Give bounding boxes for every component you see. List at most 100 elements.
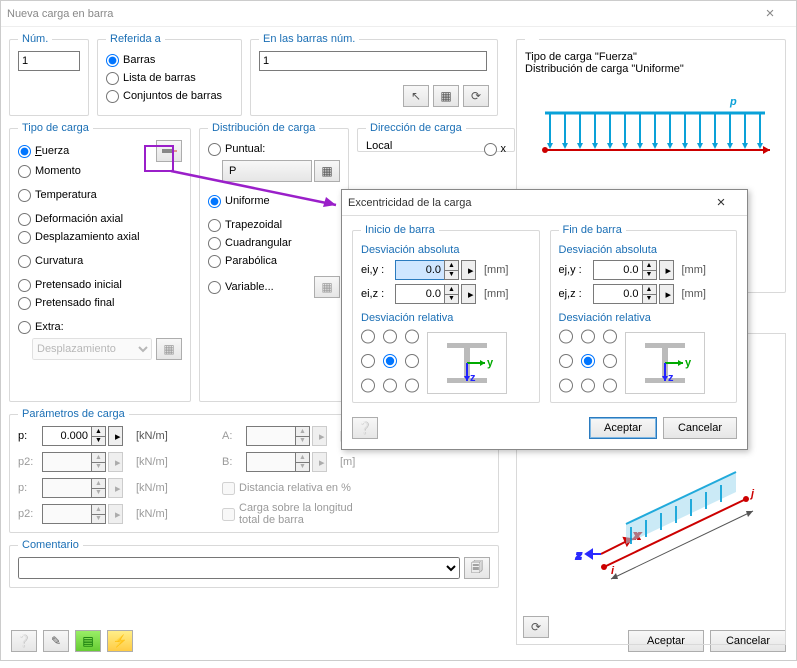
close-icon[interactable]: × <box>750 5 790 22</box>
fin-legend: Fin de barra <box>559 224 626 236</box>
full-check: Carga sobre la longitud total de barra <box>222 505 366 523</box>
ref-barras[interactable]: Barras <box>106 51 233 69</box>
window-title: Nueva carga en barra <box>7 8 113 20</box>
svg-text:y: y <box>487 357 494 369</box>
comment-combo[interactable] <box>18 557 460 579</box>
tipo-extra[interactable]: Extra: <box>18 318 182 336</box>
param-pp-label: p: <box>18 482 42 494</box>
footer-yellow-icon[interactable]: ⚡ <box>107 630 133 652</box>
dist-puntual[interactable]: Puntual: <box>208 140 265 158</box>
fin-rel-grid[interactable] <box>559 328 617 394</box>
referida-legend: Referida a <box>106 33 165 45</box>
inicio-abs-label: Desviación absoluta <box>361 244 531 256</box>
content-area: Núm. Referida a Barras Lista de barras C… <box>1 27 796 624</box>
inicio-section-thumb: y z <box>427 332 507 394</box>
param-pp-unit: [kN/m] <box>136 482 182 494</box>
ejz-spinner[interactable]: ▲▼▸ <box>593 284 674 304</box>
fin-section-thumb: y z <box>625 332 705 394</box>
ejz-unit: [mm] <box>682 288 706 300</box>
fin-group: Fin de barra Desviación absoluta ej,y : … <box>550 224 738 403</box>
enbarras-legend: En las barras núm. <box>259 33 359 45</box>
param-p-spinner[interactable]: ▲▼▸ <box>42 426 132 446</box>
rel-check: Distancia relativa en % <box>222 479 366 497</box>
num-group: Núm. <box>9 33 89 116</box>
clear-icon[interactable]: ▦ <box>433 85 459 107</box>
comment-group: Comentario 🗐 <box>9 539 499 588</box>
main-titlebar: Nueva carga en barra × <box>1 1 796 27</box>
param-B-unit: [m] <box>340 456 366 468</box>
ejy-label: ej,y : <box>559 264 589 276</box>
enbarras-input[interactable] <box>259 51 487 71</box>
modal-accept-button[interactable]: Aceptar <box>589 417 657 439</box>
inicio-legend: Inicio de barra <box>361 224 439 236</box>
comment-icon[interactable]: 🗐 <box>464 557 490 579</box>
dir-group: Dirección de carga Local x <box>357 122 515 152</box>
ejy-unit: [mm] <box>682 264 706 276</box>
svg-text:z: z <box>668 372 674 384</box>
fin-rel-label: Desviación relativa <box>559 312 729 324</box>
preview-diagram: p <box>525 75 775 195</box>
num-legend: Núm. <box>18 33 52 45</box>
eiz-label: ei,z : <box>361 288 391 300</box>
footer-green-icon[interactable]: ▤ <box>75 630 101 652</box>
dist-cuadrangular[interactable]: Cuadrangular <box>208 234 340 252</box>
param-p2-spinner: ▲▼▸ <box>42 452 132 472</box>
dist-variable[interactable]: Variable... <box>208 278 274 296</box>
preview-line1: Tipo de carga "Fuerza" <box>525 51 777 63</box>
param-p2-label: p2: <box>18 456 42 468</box>
dist-trapezoidal[interactable]: Trapezoidal <box>208 216 340 234</box>
params-legend: Parámetros de carga <box>18 408 129 420</box>
dir-local: Local <box>366 140 392 158</box>
extra-combo: Desplazamiento <box>32 338 152 360</box>
param-A-spinner: ▲▼▸ <box>246 426 336 446</box>
tipo-prefinal[interactable]: Pretensado final <box>18 294 182 312</box>
eiy-spinner[interactable]: ▲▼▸ <box>395 260 476 280</box>
inicio-rel-label: Desviación relativa <box>361 312 531 324</box>
eccentricity-modal: Excentricidad de la carga × Inicio de ba… <box>341 189 748 450</box>
list-icon[interactable]: ⟳ <box>463 85 489 107</box>
param-pp2-label: p2: <box>18 508 42 520</box>
tipo-curvatura[interactable]: Curvatura <box>18 252 182 270</box>
svg-text:z: z <box>575 550 582 562</box>
svg-text:z: z <box>470 372 476 384</box>
pick-icon[interactable]: ↖ <box>403 85 429 107</box>
param-B-label: B: <box>222 456 246 468</box>
eiz-spinner[interactable]: ▲▼▸ <box>395 284 476 304</box>
comment-legend: Comentario <box>18 539 83 551</box>
eiy-unit: [mm] <box>484 264 508 276</box>
param-pp2-unit: [kN/m] <box>136 508 182 520</box>
eiy-label: ei,y : <box>361 264 391 276</box>
dir-x[interactable]: x <box>484 140 507 158</box>
inicio-rel-grid[interactable] <box>361 328 419 394</box>
tipo-despaxial[interactable]: Desplazamiento axial <box>18 228 182 246</box>
param-pp-spinner: ▲▼▸ <box>42 478 132 498</box>
modal-cancel-button[interactable]: Cancelar <box>663 417 737 439</box>
help-icon[interactable]: ❔ <box>352 417 378 439</box>
preview-p-label: p <box>729 96 737 108</box>
tipo-fuerza[interactable]: FFuerzauerza <box>18 142 69 160</box>
enbarras-group: En las barras núm. ↖ ▦ ⟳ <box>250 33 498 116</box>
ejz-label: ej,z : <box>559 288 589 300</box>
tipo-preinicial[interactable]: Pretensado inicial <box>18 276 182 294</box>
fin-abs-label: Desviación absoluta <box>559 244 729 256</box>
svg-text:y: y <box>685 357 692 369</box>
preview-line2: Distribución de carga "Uniforme" <box>525 63 777 75</box>
svg-text:j: j <box>749 488 755 500</box>
ejy-spinner[interactable]: ▲▼▸ <box>593 260 674 280</box>
param-A-label: A: <box>222 430 246 442</box>
ref-conjuntos[interactable]: Conjuntos de barras <box>106 87 233 105</box>
variable-icon: ▦ <box>314 276 340 298</box>
modal-close-icon[interactable]: × <box>701 194 741 211</box>
main-window: Nueva carga en barra × Núm. Referida a B… <box>0 0 797 661</box>
preview-refresh-icon[interactable]: ⟳ <box>523 616 549 638</box>
extra-icon: ▦ <box>156 338 182 360</box>
dir-legend: Dirección de carga <box>366 122 466 134</box>
footer-edit-icon[interactable]: ✎ <box>43 630 69 652</box>
ref-lista[interactable]: Lista de barras <box>106 69 233 87</box>
param-p-label: p: <box>18 430 42 442</box>
num-input[interactable] <box>18 51 80 71</box>
param-pp2-spinner: ▲▼▸ <box>42 504 132 524</box>
footer-help-icon[interactable]: ❔ <box>11 630 37 652</box>
dist-parabolica[interactable]: Parabólica <box>208 252 340 270</box>
referida-group: Referida a Barras Lista de barras Conjun… <box>97 33 242 116</box>
